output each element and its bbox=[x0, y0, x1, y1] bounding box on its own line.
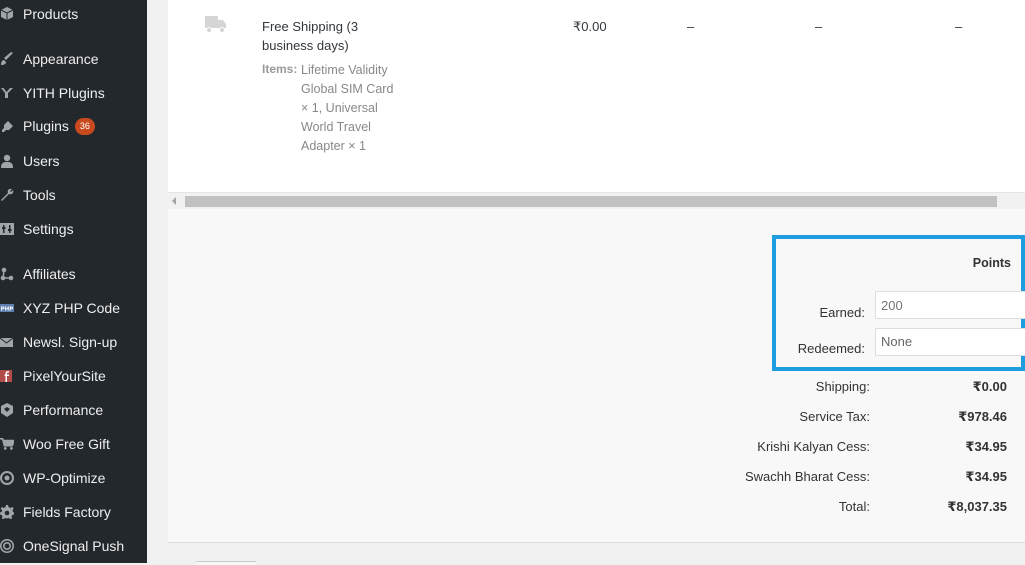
sidebar-item-label: WP-Optimize bbox=[23, 470, 106, 486]
sidebar-item-yith-plugins[interactable]: YITH Plugins bbox=[0, 76, 147, 110]
cart-icon bbox=[0, 434, 16, 454]
krishi-kalyan-cess-label: Krishi Kalyan Cess: bbox=[757, 439, 870, 454]
sidebar-item-label: Woo Free Gift bbox=[23, 436, 110, 452]
optimize-icon bbox=[0, 468, 16, 488]
onesignal-icon bbox=[0, 536, 16, 556]
scroll-left-arrow-icon[interactable] bbox=[172, 197, 176, 205]
envelope-icon bbox=[0, 332, 16, 352]
krishi-kalyan-cess-value: ₹34.95 bbox=[965, 439, 1007, 454]
earned-points-input[interactable] bbox=[875, 291, 1025, 319]
order-total-label: Total: bbox=[838, 499, 870, 514]
sidebar-item-wp-optimize[interactable]: WP-Optimize bbox=[0, 461, 147, 495]
main-content: Free Shipping (3 business days) Items: L… bbox=[147, 0, 1025, 565]
order-items-panel: Free Shipping (3 business days) Items: L… bbox=[168, 0, 1025, 543]
plug-icon bbox=[0, 117, 16, 137]
service-tax-label: Service Tax: bbox=[799, 409, 870, 424]
truck-icon bbox=[205, 14, 227, 39]
sidebar-item-products[interactable]: Products bbox=[0, 0, 147, 31]
facebook-icon bbox=[0, 366, 16, 386]
wrench-icon bbox=[0, 185, 16, 205]
paintbrush-icon bbox=[0, 49, 16, 69]
sidebar-item-tools[interactable]: Tools bbox=[0, 178, 147, 212]
sidebar-item-label: Performance bbox=[23, 402, 104, 418]
user-icon bbox=[0, 151, 16, 171]
sidebar-item-pixelyoursite[interactable]: PixelYourSite bbox=[0, 359, 147, 393]
points-box: Points Earned: Redeemed: None bbox=[772, 235, 1025, 371]
gear-icon bbox=[0, 502, 16, 522]
horizontal-scrollbar[interactable] bbox=[168, 192, 1025, 209]
shipping-cost: ₹0.00 bbox=[573, 19, 607, 34]
items-label: Items: bbox=[262, 62, 298, 76]
line-tax-dash: – bbox=[955, 19, 963, 34]
sidebar-item-label: OneSignal Push bbox=[23, 538, 125, 554]
items-value: Lifetime Validity Global SIM Card × 1, U… bbox=[301, 63, 394, 153]
php-icon: PHP bbox=[0, 298, 16, 318]
affiliates-icon bbox=[0, 264, 16, 284]
shipping-total-value: ₹0.00 bbox=[972, 379, 1007, 394]
sidebar-item-label: Affiliates bbox=[23, 266, 76, 282]
shipping-line-row: Free Shipping (3 business days) Items: L… bbox=[168, 0, 1025, 192]
sidebar-item-label: Appearance bbox=[23, 51, 99, 67]
sidebar-item-woo-free-gift[interactable]: Woo Free Gift bbox=[0, 427, 147, 461]
sidebar-item-xyz-php-code[interactable]: PHP XYZ PHP Code bbox=[0, 291, 147, 325]
shipping-method-name: Free Shipping (3 business days) bbox=[262, 19, 359, 53]
sidebar-item-appearance[interactable]: Appearance bbox=[0, 42, 147, 76]
line-tax-dash: – bbox=[815, 19, 823, 34]
sidebar-item-affiliates[interactable]: Affiliates bbox=[0, 257, 147, 291]
sidebar-item-users[interactable]: Users bbox=[0, 144, 147, 178]
scrollbar-thumb[interactable] bbox=[185, 196, 997, 207]
box-icon bbox=[0, 4, 16, 24]
line-tax-dash: – bbox=[687, 19, 695, 34]
order-totals-area: Points Earned: Redeemed: None Shipping: … bbox=[168, 209, 1025, 543]
points-title: Points bbox=[972, 256, 1011, 270]
swachh-bharat-cess-value: ₹34.95 bbox=[965, 469, 1007, 484]
sidebar-item-label: PixelYourSite bbox=[23, 368, 106, 384]
plugins-label: Plugins bbox=[23, 118, 69, 135]
bottom-action-button[interactable] bbox=[196, 561, 256, 565]
sidebar-item-fields-factory[interactable]: Fields Factory bbox=[0, 495, 147, 529]
order-total-value: ₹8,037.35 bbox=[947, 499, 1007, 514]
sidebar-item-label: Fields Factory bbox=[23, 504, 111, 520]
earned-label: Earned: bbox=[819, 305, 865, 320]
redeemed-points-field[interactable]: None bbox=[875, 328, 1025, 356]
sidebar-item-label: Settings bbox=[23, 221, 74, 237]
sidebar-item-label: Plugins 36 bbox=[23, 117, 95, 136]
yith-icon bbox=[0, 83, 16, 103]
swachh-bharat-cess-label: Swachh Bharat Cess: bbox=[744, 469, 870, 484]
sidebar-item-label: Products bbox=[23, 6, 79, 22]
sidebar-item-plugins[interactable]: Plugins 36 bbox=[0, 110, 147, 144]
sidebar-item-label: Newsl. Sign-up bbox=[23, 334, 118, 350]
sidebar-item-label: Users bbox=[23, 153, 60, 169]
sidebar-item-label: Tools bbox=[23, 187, 56, 203]
redeemed-label: Redeemed: bbox=[797, 341, 865, 356]
sidebar-item-newsl-sign-up[interactable]: Newsl. Sign-up bbox=[0, 325, 147, 359]
sidebar-item-onesignal-push[interactable]: OneSignal Push bbox=[0, 529, 147, 563]
svg-text:PHP: PHP bbox=[1, 307, 14, 313]
performance-icon bbox=[0, 400, 16, 420]
service-tax-value: ₹978.46 bbox=[958, 409, 1007, 424]
sidebar-item-label: YITH Plugins bbox=[23, 85, 105, 101]
admin-sidebar: Products Appearance YITH Plugins Plugins… bbox=[0, 0, 147, 563]
sidebar-item-settings[interactable]: Settings bbox=[0, 212, 147, 246]
sidebar-item-label: XYZ PHP Code bbox=[23, 300, 121, 316]
plugin-update-count-badge: 36 bbox=[74, 117, 95, 135]
settings-sliders-icon bbox=[0, 219, 16, 239]
shipping-total-label: Shipping: bbox=[815, 379, 870, 394]
sidebar-item-performance[interactable]: Performance bbox=[0, 393, 147, 427]
